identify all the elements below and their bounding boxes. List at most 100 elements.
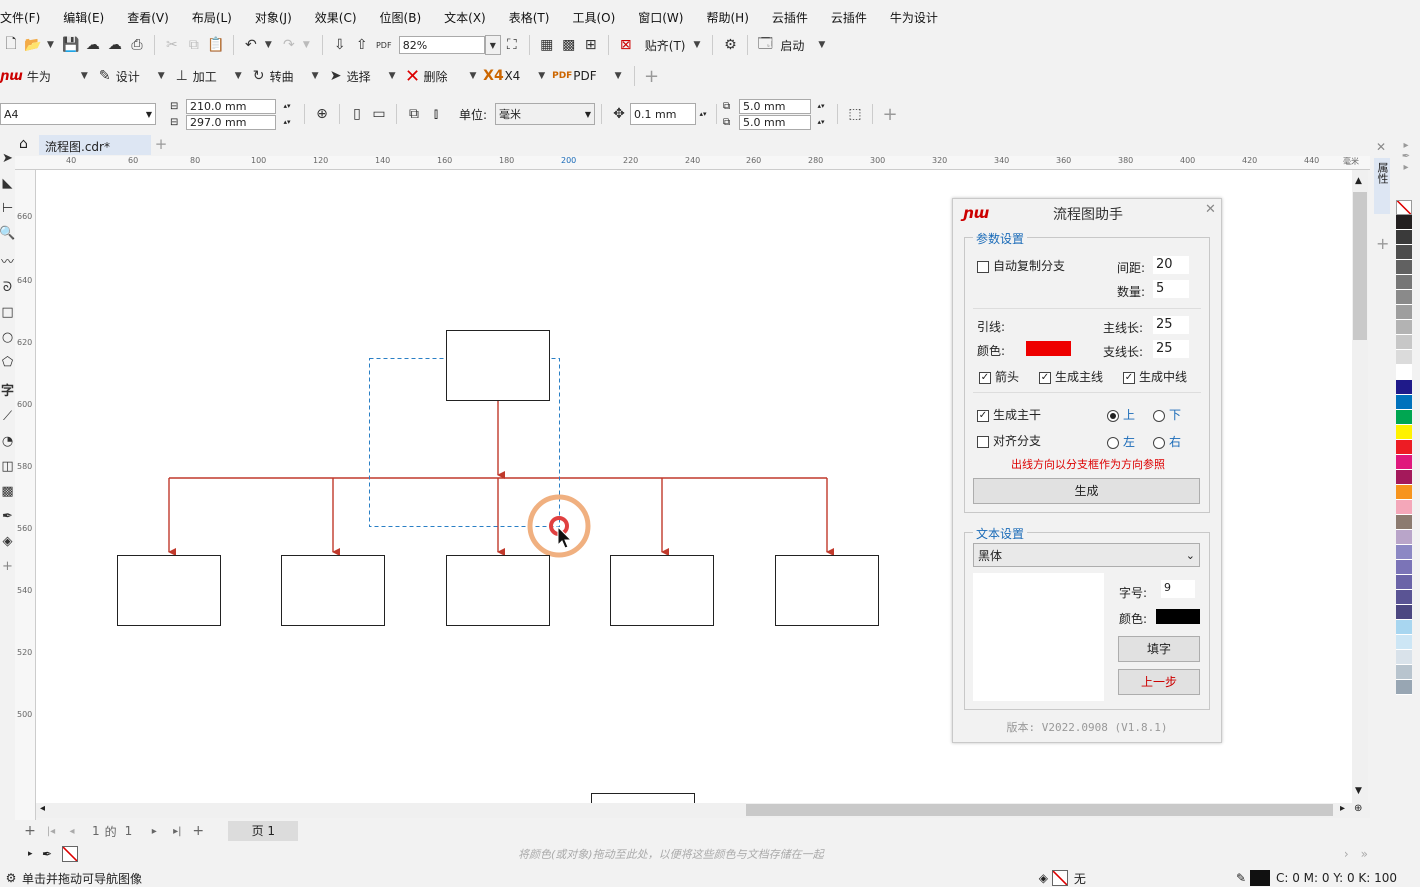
menu-help[interactable]: 帮助(H) (706, 9, 748, 26)
palette-color-swatch[interactable] (1396, 380, 1412, 395)
menu-cloud-plugin-2[interactable]: 云插件 (831, 9, 867, 26)
direction-right-radio[interactable]: 右 (1153, 433, 1181, 450)
gen-mid-line-checkbox[interactable]: ✓ 生成中线 (1123, 368, 1187, 385)
text-tool-icon[interactable]: 字 (1, 380, 14, 399)
palette-color-swatch[interactable] (1396, 305, 1412, 320)
spacing-input[interactable]: 20 (1153, 256, 1189, 274)
landscape-icon[interactable]: ▭ (368, 103, 390, 125)
palette-menu-icon[interactable]: ▸ (1396, 162, 1416, 173)
palette-scroll-up-icon[interactable]: ▸ (1396, 140, 1416, 151)
palette-color-swatch[interactable] (1396, 230, 1412, 245)
page-width-input[interactable]: 210.0 mm (186, 98, 276, 114)
chevron-down-icon[interactable]: ▼ (235, 71, 242, 81)
add-tool-plus-icon[interactable]: + (2, 559, 13, 574)
add-plus-icon[interactable]: + (879, 103, 901, 125)
dup-y-input[interactable]: 5.0 mm (739, 114, 812, 130)
convert-curve-button[interactable]: 转曲 (270, 68, 294, 85)
undo-icon[interactable]: ↶ (240, 34, 262, 56)
chevron-down-icon[interactable]: ▼ (265, 40, 272, 50)
menu-window[interactable]: 窗口(W) (638, 9, 683, 26)
scroll-left-icon[interactable]: ◂ (40, 803, 45, 814)
font-size-input[interactable]: 9 (1161, 580, 1195, 598)
menu-table[interactable]: 表格(T) (509, 9, 550, 26)
palette-color-swatch[interactable] (1396, 365, 1412, 380)
snap-off-icon[interactable]: ⊠ (615, 34, 637, 56)
pdf-icon[interactable]: PDF (551, 65, 573, 87)
palette-color-swatch[interactable] (1396, 470, 1412, 485)
all-pages-layout-icon[interactable]: ⧉ (403, 103, 425, 125)
home-icon[interactable]: ⌂ (19, 136, 28, 152)
palette-color-swatch[interactable] (1396, 575, 1412, 590)
count-input[interactable]: 5 (1153, 280, 1189, 298)
fill-text-button[interactable]: 填字 (1118, 636, 1200, 662)
design-button[interactable]: 设计 (116, 68, 140, 85)
palette-color-swatch[interactable] (1396, 605, 1412, 620)
portrait-icon[interactable]: ▯ (346, 103, 368, 125)
delete-icon[interactable]: ✕ (402, 65, 424, 87)
first-page-icon[interactable]: |◂ (40, 826, 62, 837)
polygon-tool-icon[interactable]: ⬠ (2, 355, 13, 370)
last-page-icon[interactable]: ▸| (166, 826, 188, 837)
next-page-icon[interactable]: ▸ (142, 826, 166, 837)
menu-tools[interactable]: 工具(O) (572, 9, 615, 26)
text-color-swatch[interactable] (1156, 609, 1200, 624)
export-pdf-icon[interactable]: PDF (373, 34, 395, 56)
options-gear-icon[interactable]: ⚙ (719, 34, 741, 56)
palette-expand-double-icon[interactable]: » (1361, 847, 1368, 861)
menu-niuwei-design[interactable]: 牛为设计 (890, 9, 938, 26)
chevron-down-icon[interactable]: ▼ (538, 71, 545, 81)
flowchart-branch-box[interactable] (446, 555, 550, 626)
vertical-scrollbar[interactable]: ▲ ▼ (1352, 170, 1368, 803)
palette-color-swatch[interactable] (1396, 335, 1412, 350)
redo-icon[interactable]: ↷ (278, 34, 300, 56)
line-color-swatch[interactable] (1026, 341, 1071, 356)
pdf-button[interactable]: PDF (573, 69, 596, 83)
gen-main-line-checkbox[interactable]: ✓ 生成主线 (1039, 368, 1103, 385)
palette-color-swatch[interactable] (1396, 275, 1412, 290)
eyedropper-tool-icon[interactable]: ✒ (2, 509, 13, 524)
vertical-scroll-thumb[interactable] (1353, 192, 1367, 340)
new-tab-plus-icon[interactable]: + (153, 135, 169, 155)
generate-button[interactable]: 生成 (973, 478, 1200, 504)
palette-color-swatch[interactable] (1396, 620, 1412, 635)
scroll-up-icon[interactable]: ▲ (1355, 176, 1362, 186)
flowchart-branch-box[interactable] (117, 555, 221, 626)
dup-x-input[interactable]: 5.0 mm (739, 98, 812, 114)
menu-effects[interactable]: 效果(C) (315, 9, 357, 26)
cut-icon[interactable]: ✂ (161, 34, 183, 56)
palette-eyedropper-icon[interactable]: ✒ (42, 847, 62, 861)
nudge-input[interactable]: 0.1 mm (630, 103, 697, 125)
font-select[interactable]: 黑体 ⌄ (973, 543, 1200, 567)
zoom-tool-icon[interactable]: 🔍 (0, 226, 16, 241)
process-button[interactable]: 加工 (193, 68, 217, 85)
shape-tool-icon[interactable]: ◣ (3, 176, 13, 191)
palette-color-swatch[interactable] (1396, 530, 1412, 545)
auto-copy-checkbox[interactable]: 自动复制分支 (977, 257, 1065, 274)
x4-icon[interactable]: X4 (482, 65, 504, 87)
crop-tool-icon[interactable]: ⊢ (2, 201, 13, 216)
fill-none-swatch[interactable] (1051, 870, 1068, 886)
palette-color-swatch[interactable] (1396, 290, 1412, 305)
transparency-tool-icon[interactable]: ◫ (1, 459, 13, 474)
cloud-download-icon[interactable]: ☁ (82, 34, 104, 56)
connector-tool-icon[interactable]: ⟋ (3, 409, 12, 424)
flowchart-branch-box[interactable] (610, 555, 714, 626)
palette-color-swatch[interactable] (1396, 320, 1412, 335)
menu-file[interactable]: 文件(F) (0, 9, 40, 26)
status-gear-icon[interactable]: ⚙ (0, 871, 22, 885)
page-border-icon[interactable]: ⬚ (844, 103, 866, 125)
scroll-down-icon[interactable]: ▼ (1355, 786, 1362, 796)
properties-docker-tab[interactable]: 属性 (1374, 158, 1390, 214)
chevron-down-icon[interactable]: ▼ (312, 71, 319, 81)
niuwei-button[interactable]: 牛为 (27, 68, 51, 85)
align-branch-checkbox[interactable]: 对齐分支 (977, 432, 1041, 449)
spin-icon[interactable]: ▴▾ (276, 102, 298, 110)
chevron-down-icon[interactable]: ▼ (303, 40, 310, 50)
current-page-icon[interactable]: ⫾ (425, 103, 447, 125)
palette-color-swatch[interactable] (1396, 215, 1412, 230)
import-icon[interactable]: ⇩ (329, 34, 351, 56)
launch-icon[interactable]: 🗔 (754, 34, 776, 56)
copy-icon[interactable]: ⧉ (183, 34, 205, 56)
process-icon[interactable]: ⊥ (171, 65, 193, 87)
artistic-media-icon[interactable]: ᘐ (3, 280, 12, 295)
